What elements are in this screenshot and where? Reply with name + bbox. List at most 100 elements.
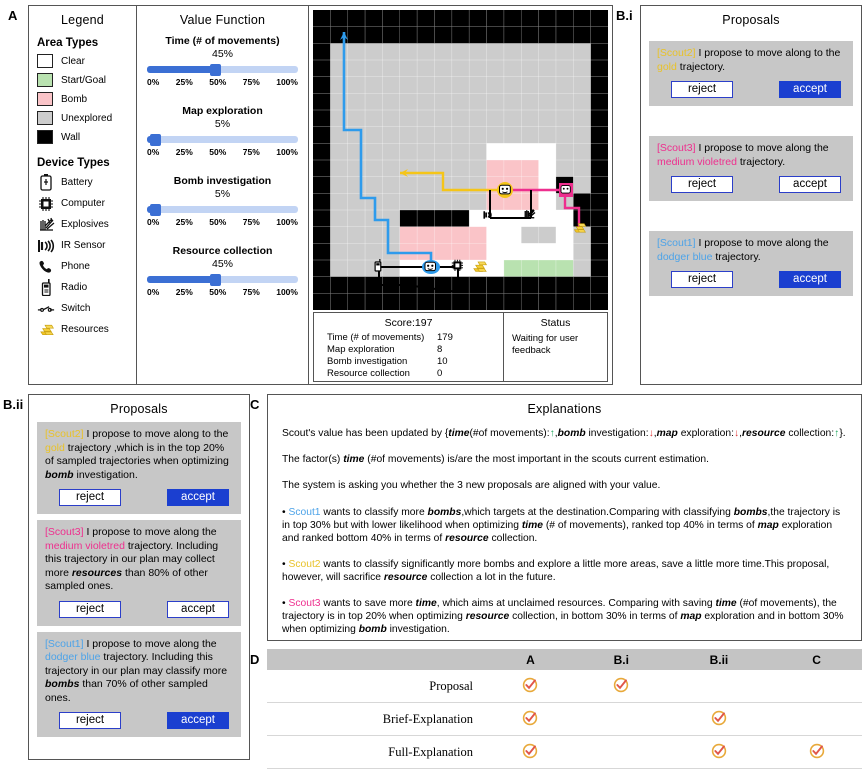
comparison-table-body: Proposal Brief-Explanation Full-Explanatio… [267, 670, 862, 769]
area-swatch [37, 111, 53, 125]
slider-tick: 75% [242, 77, 260, 87]
resources-icon [37, 321, 55, 339]
area-label: Clear [61, 55, 85, 67]
legend-device-item: Explosives [37, 215, 136, 234]
slider-track[interactable] [147, 203, 298, 216]
proposal-sentence: I propose to move along the [83, 526, 217, 538]
slider-value: 5% [214, 118, 231, 130]
computer-icon [37, 195, 55, 213]
proposal-detail-end: investigation. [73, 468, 138, 481]
trajectory-name: gold [657, 60, 677, 73]
slider-tick: 100% [276, 217, 298, 227]
check-icon [711, 743, 727, 759]
button-spacer [121, 489, 167, 506]
slider-name: Bomb investigation [173, 175, 272, 187]
button-spacer [121, 601, 167, 618]
slider-4[interactable]: Resource collection 45% 0% 25% 50% 75% 100% [147, 245, 298, 297]
proposal-sentence-end: trajectory. [676, 60, 726, 73]
button-spacer [121, 712, 167, 729]
slider-2[interactable]: Map exploration 5% 0% 25% 50% 75% 100% [147, 105, 298, 157]
score-stat-value: 179 [437, 332, 453, 343]
slider-knob[interactable] [149, 133, 161, 146]
map-trajectories [340, 32, 587, 293]
proposal-card: [Scout1] I propose to move along the dod… [37, 631, 241, 737]
slider-name: Resource collection [172, 245, 273, 257]
panel-label-c: C [250, 397, 260, 412]
legend-area-item: Wall [37, 129, 136, 145]
table-row-label: Brief-Explanation [267, 702, 485, 736]
score-title: Score:197 [384, 317, 433, 329]
accept-button[interactable]: accept [167, 489, 229, 506]
score-stat-row: Bomb investigation 10 [327, 356, 503, 367]
legend-device-item: Battery [37, 173, 136, 192]
proposal-card: [Scout3] I propose to move along the med… [37, 520, 241, 626]
proposal-list-bi: [Scout2] I propose to move along to the … [641, 41, 861, 296]
slider-tick: 25% [175, 77, 193, 87]
score-status-row: Score:197 Time (# of movements) 179 Map ex… [313, 312, 608, 382]
legend-device-item: IR Sensor [37, 236, 136, 255]
arrow-up-icon: ↑ [834, 428, 840, 439]
check-icon [613, 677, 629, 693]
trajectory-name: medium violetred [45, 539, 125, 552]
device-connector [405, 284, 459, 293]
reject-button[interactable]: reject [671, 271, 733, 288]
slider-value: 45% [211, 258, 233, 270]
proposal-card: [Scout3] I propose to move along the med… [649, 136, 853, 201]
battery-icon [37, 174, 55, 192]
trajectory-name: dodger blue [45, 651, 101, 663]
legend-device-item: Switch [37, 299, 136, 318]
slider-tick: 100% [276, 77, 298, 87]
reject-button[interactable]: reject [671, 176, 733, 193]
score-stat-value: 8 [437, 344, 443, 355]
check-icon [522, 677, 538, 693]
area-label: Start/Goal [61, 74, 107, 86]
slider-tick: 0% [147, 287, 160, 297]
proposal-sentence: I propose to move along the [695, 142, 829, 154]
area-label: Unexplored [61, 112, 113, 124]
comparison-table-header: A B.i B.ii C [267, 649, 862, 670]
panel-label-bii: B.ii [3, 397, 24, 412]
slider-track[interactable] [147, 63, 298, 76]
scout-tag: [Scout3] [45, 526, 84, 538]
score-stat-row: Resource collection 0 [327, 368, 503, 379]
accept-button[interactable]: accept [779, 81, 841, 98]
slider-tick: 75% [242, 287, 260, 297]
slider-knob[interactable] [209, 63, 221, 76]
map-column: Score:197 Time (# of movements) 179 Map ex… [309, 6, 612, 384]
reject-button[interactable]: reject [59, 489, 121, 506]
accept-button[interactable]: accept [167, 600, 229, 618]
area-types-list: Clear Start/Goal Bomb Unexplored Wall [29, 53, 136, 145]
score-stat-value: 0 [437, 368, 443, 379]
slider-list: Time (# of movements) 45% 0% 25% 50% 75% 100% M… [137, 35, 308, 297]
reject-button[interactable]: reject [59, 600, 121, 618]
slider-tick: 25% [175, 217, 193, 227]
proposal-text: [Scout1] I propose to move along the dod… [657, 237, 845, 264]
accept-button[interactable]: accept [779, 271, 841, 288]
slider-track[interactable] [147, 273, 298, 286]
legend-device-item: Phone [37, 257, 136, 276]
map-canvas[interactable] [313, 10, 608, 310]
ir-sensor-icon [37, 237, 55, 255]
slider-fill [147, 276, 215, 283]
slider-tick: 25% [175, 147, 193, 157]
slider-1[interactable]: Time (# of movements) 45% 0% 25% 50% 75% 100% [147, 35, 298, 87]
legend-title: Legend [61, 13, 104, 27]
proposal-text: [Scout3] I propose to move along the med… [657, 142, 845, 169]
accept-button[interactable]: accept [167, 712, 229, 729]
slider-knob[interactable] [149, 203, 161, 216]
score-stat-name: Bomb investigation [327, 356, 408, 367]
explanation-paragraph: The factor(s) time (#of movements) is/ar… [282, 454, 709, 465]
table-cell [666, 702, 772, 736]
legend-column: Legend Area Types Clear Start/Goal Bomb Une… [29, 6, 137, 384]
score-stat-name: Time (# of movements) [327, 332, 425, 343]
panel-label-a: A [8, 8, 18, 23]
device-types-list: Battery Computer Explosives IR Sensor Phone R… [29, 173, 136, 339]
reject-button[interactable]: reject [59, 712, 121, 729]
phone-icon [37, 258, 55, 276]
reject-button[interactable]: reject [671, 81, 733, 98]
explanations-body: Scout's value has been updated by {time(… [268, 427, 861, 636]
accept-button[interactable]: accept [779, 176, 841, 193]
slider-knob[interactable] [209, 273, 221, 286]
slider-3[interactable]: Bomb investigation 5% 0% 25% 50% 75% 100% [147, 175, 298, 227]
slider-track[interactable] [147, 133, 298, 146]
